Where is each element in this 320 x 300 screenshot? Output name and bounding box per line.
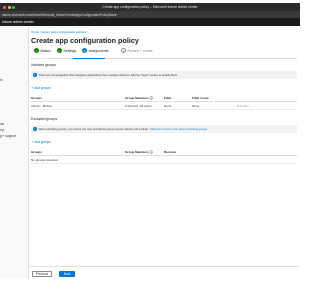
step-label: Settings [63,48,77,53]
next-button[interactable]: Next [59,271,75,277]
column-header: Group Members ⓘ [125,96,153,100]
column-header: Filter [164,95,172,100]
step-label: Basics [40,48,51,53]
step-assignments[interactable]: 3 Assignments [82,48,109,53]
column-header: Remove [164,149,177,154]
add-included-groups-link[interactable]: + Add groups [31,85,51,91]
minimize-window-button[interactable] [7,5,11,9]
address-bar[interactable]: intune.microsoft.com/#view/Microsoft_Int… [0,11,300,18]
info-icon: i [33,127,37,131]
url-text[interactable]: intune.microsoft.com/#view/Microsoft_Int… [2,13,117,17]
active-step-indicator [73,57,105,59]
column-header: Filter mode [192,95,209,100]
info-text: There are not assignable when targeting … [38,73,178,77]
excluded-groups-heading: Excluded groups [31,117,58,121]
plus-icon: + [31,85,34,90]
wizard-footer: Previous Next [30,266,300,279]
app-name[interactable]: Intune admin center [2,20,34,24]
step-label: Review + create [127,48,153,53]
column-header: Group Members ⓘ [125,150,153,154]
info-text: When excluding groups, you cannot mix us… [38,127,149,131]
step-number: 3 [82,48,87,53]
group-members: 0 devices, 16 users [125,103,152,108]
step-settings[interactable]: ✓ Settings [57,48,76,53]
filter-value: None [164,103,172,108]
nav-item-label: ng [0,128,4,132]
table-row: Intune – Before 0 devices, 16 users None… [31,102,297,110]
add-groups-label: Add groups [34,86,51,90]
nav-item-help-support[interactable]: g + support [0,134,16,138]
main-content: Home | Apps | App configuration policies… [31,26,297,279]
left-nav: rs ion ng g + support [0,26,29,279]
check-icon: ✓ [34,48,39,53]
step-basics[interactable]: ✓ Basics [34,48,51,53]
nav-item-label: g + support [0,134,17,138]
included-groups-heading: Included groups [31,63,56,67]
previous-button[interactable]: Previous [32,271,52,277]
step-number: 4 [121,48,126,53]
close-window-button[interactable] [3,5,6,9]
window-controls [3,5,15,9]
column-header: Groups [31,149,43,154]
window-titlebar: Create app configuration policy – Micros… [0,3,300,11]
empty-row: No groups selected [31,156,297,164]
nav-item-label: ion [0,122,5,126]
table-header: Groups Group Members ⓘ Remove [31,148,297,156]
edit-filter-link[interactable]: Edit filter [237,104,257,108]
excluded-info-banner: i When excluding groups, you cannot mix … [31,125,297,133]
window-title: Create app configuration policy – Micros… [102,5,198,9]
nav-item-label: rs [0,78,3,82]
filter-mode-value: None [192,103,200,108]
wizard-steps: ✓ Basics ✓ Settings 3 Assignments 4 Revi… [31,47,297,59]
check-icon: ✓ [57,48,62,53]
included-info-banner: i There are not assignable when targetin… [31,71,297,79]
column-header: Groups [31,95,43,100]
learn-more-link[interactable]: Click here to learn more about excluding… [150,128,208,131]
browser-window: Create app configuration policy – Micros… [0,3,300,279]
nav-item-apps[interactable]: rs [0,78,3,82]
step-label: Assignments [88,48,109,53]
table-header: Groups Group Members ⓘ Filter Filter mod… [31,94,297,102]
more-options-icon[interactable]: ··· [122,38,126,43]
add-excluded-groups-link[interactable]: + Add groups [31,139,51,145]
group-name: Intune – Before [31,103,53,108]
add-groups-label: Add groups [34,140,51,144]
nav-item-tenant-administration[interactable]: ion [0,122,4,126]
nav-item-troubleshooting[interactable]: ng [0,128,4,132]
breadcrumb[interactable]: Home | Apps | App configuration policies… [31,30,89,34]
step-review-create[interactable]: 4 Review + create [121,48,153,53]
excluded-groups-table: Groups Group Members ⓘ Remove No groups … [31,148,297,164]
info-icon: i [33,73,37,77]
empty-state-text: No groups selected [31,157,58,162]
included-groups-table: Groups Group Members ⓘ Filter Filter mod… [31,94,297,110]
maximize-window-button[interactable] [12,5,15,9]
app-header: Intune admin center [0,18,300,26]
plus-icon: + [31,139,34,144]
